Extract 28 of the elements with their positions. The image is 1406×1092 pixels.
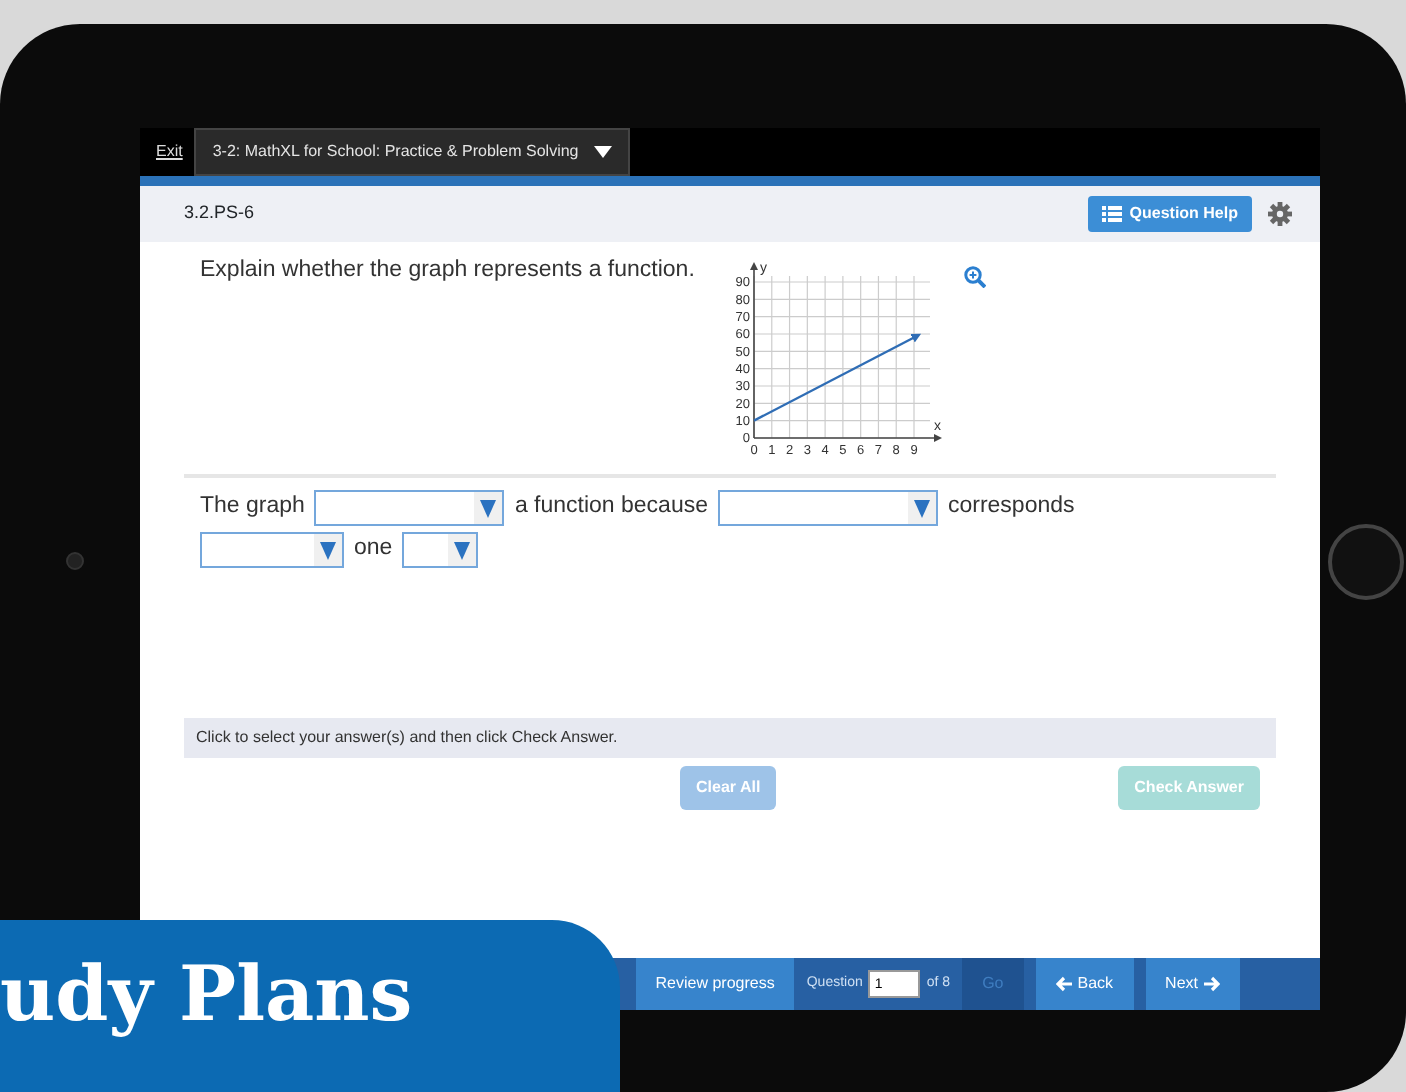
list-icon — [1101, 206, 1122, 222]
answer-dropdown[interactable] — [402, 532, 479, 568]
left-arrow-icon — [1055, 976, 1072, 992]
answer-dropdown[interactable] — [314, 490, 505, 526]
assignment-tab[interactable]: 3-2: MathXL for School: Practice & Problem Solving — [194, 128, 631, 176]
settings-icon[interactable] — [1268, 202, 1292, 226]
zoom-icon[interactable] — [964, 266, 986, 289]
answer-dropdown[interactable] — [200, 532, 344, 568]
answer-text: corresponds — [947, 492, 1075, 523]
banner-title: udy Plans — [0, 956, 413, 1032]
right-arrow-icon — [1204, 976, 1220, 992]
question-text: Explain whether the graph represents a function. — [200, 256, 697, 286]
caret-icon — [913, 499, 930, 517]
answer-dropdown[interactable] — [717, 490, 938, 526]
answer-text: The graph — [200, 492, 305, 523]
question-id: 3.2.PS-6 — [184, 200, 255, 227]
exit-link[interactable]: Exit — [140, 128, 195, 176]
back-button[interactable]: Back — [1035, 958, 1134, 1010]
instruction-text: Click to select your answer(s) and then click Check Answer. — [184, 717, 1276, 757]
caret-icon — [594, 146, 613, 158]
review-progress-button[interactable]: Review progress — [635, 958, 795, 1010]
next-button[interactable]: Next — [1145, 958, 1240, 1010]
caret-icon — [320, 541, 336, 559]
answer-text: a function because — [514, 492, 708, 523]
caret-icon — [454, 541, 471, 559]
answer-text: one — [354, 534, 393, 565]
question-help-button[interactable]: Question Help — [1087, 196, 1252, 232]
caret-icon — [480, 499, 497, 517]
